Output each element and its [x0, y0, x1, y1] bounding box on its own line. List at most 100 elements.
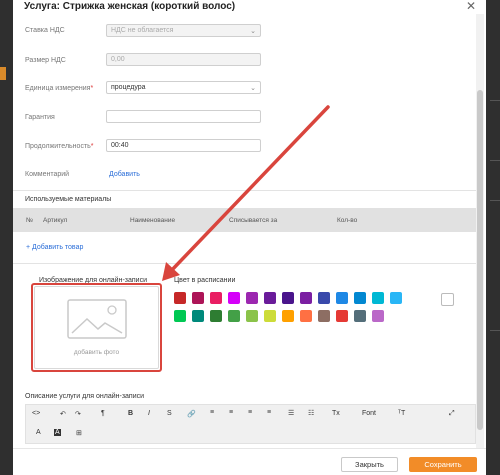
- fullscreen-icon[interactable]: ⤢: [449, 410, 455, 418]
- color-swatch[interactable]: [318, 292, 330, 304]
- duration-input[interactable]: 00:40: [106, 139, 261, 152]
- warranty-input[interactable]: [106, 110, 261, 123]
- image-placeholder-icon: [67, 299, 127, 339]
- unit-select[interactable]: процедура ⌄: [106, 81, 261, 94]
- align-left-icon[interactable]: ≡: [210, 409, 214, 416]
- color-swatch[interactable]: [246, 292, 258, 304]
- backdrop-line: [490, 330, 500, 331]
- add-product-link[interactable]: + Добавить товар: [26, 244, 83, 251]
- dialog-footer: Закрыть Сохранить: [13, 448, 486, 475]
- color-swatch[interactable]: [354, 310, 366, 322]
- add-photo-dropzone[interactable]: добавить фото: [34, 286, 159, 369]
- schedule-color-title: Цвет в расписании: [174, 277, 236, 284]
- vat-rate-select[interactable]: НДС не облагается ⌄: [106, 24, 261, 37]
- materials-table-header: № Артикул Наименование Списывается за Ко…: [13, 208, 476, 232]
- justify-icon[interactable]: ≡: [267, 409, 271, 416]
- column-header: Артикул: [43, 217, 68, 224]
- color-swatch[interactable]: [336, 310, 348, 322]
- chevron-down-icon: ⌄: [250, 28, 256, 35]
- vat-amount-field: 0,00: [106, 53, 261, 66]
- color-swatch[interactable]: [210, 292, 222, 304]
- comment-label: Комментарий: [25, 171, 70, 178]
- divider: [13, 263, 476, 264]
- image-section-title: Изображение для онлайн-записи: [39, 277, 148, 284]
- color-swatch[interactable]: [174, 292, 186, 304]
- link-icon[interactable]: 🔗: [187, 410, 196, 418]
- service-dialog: Услуга: Стрижка женская (короткий волос)…: [13, 0, 486, 475]
- close-button[interactable]: Закрыть: [341, 457, 398, 472]
- vat-amount-label: Размер НДС: [25, 57, 66, 64]
- color-swatch[interactable]: [300, 310, 312, 322]
- strikethrough-icon[interactable]: S: [167, 410, 172, 417]
- required-mark: *: [90, 143, 94, 150]
- unit-label: Единица измерения*: [25, 85, 93, 92]
- numbered-list-icon[interactable]: ☷: [308, 409, 314, 417]
- color-swatch[interactable]: [228, 292, 240, 304]
- color-swatch[interactable]: [192, 310, 204, 322]
- color-swatch[interactable]: [372, 310, 384, 322]
- scrollbar-thumb[interactable]: [477, 90, 483, 430]
- color-swatch[interactable]: [372, 292, 384, 304]
- color-swatch[interactable]: [228, 310, 240, 322]
- materials-title: Используемые материалы: [25, 196, 112, 203]
- chevron-down-icon: ⌄: [250, 85, 256, 92]
- column-header: Списывается за: [229, 217, 278, 224]
- color-swatch[interactable]: [246, 310, 258, 322]
- description-title: Описание услуги для онлайн-записи: [25, 393, 145, 400]
- dialog-titlebar: Услуга: Стрижка женская (короткий волос)…: [13, 0, 486, 14]
- backdrop-right: [486, 0, 500, 475]
- color-swatch[interactable]: [282, 310, 294, 322]
- text-color-icon[interactable]: A: [36, 429, 41, 436]
- color-swatch[interactable]: [300, 292, 312, 304]
- clear-format-icon[interactable]: Tx: [332, 410, 340, 417]
- color-swatch[interactable]: [318, 310, 330, 322]
- unit-label-text: Единица измерения: [25, 85, 91, 92]
- column-header: Кол-во: [337, 217, 358, 224]
- redo-icon[interactable]: ↷: [75, 410, 81, 418]
- color-swatch[interactable]: [354, 292, 366, 304]
- backdrop-left: [0, 0, 13, 475]
- vat-rate-value: НДС не облагается: [111, 27, 174, 34]
- color-swatch[interactable]: [264, 292, 276, 304]
- align-center-icon[interactable]: ≡: [229, 409, 233, 416]
- vat-amount-value: 0,00: [111, 56, 125, 63]
- backdrop-line: [490, 200, 500, 201]
- bold-icon[interactable]: B: [128, 410, 133, 417]
- font-family-select[interactable]: Font: [362, 410, 376, 417]
- backdrop-orange-accent: [0, 67, 6, 80]
- undo-icon[interactable]: ↶: [60, 410, 66, 418]
- color-swatch[interactable]: [192, 292, 204, 304]
- code-view-icon[interactable]: <>: [32, 410, 40, 417]
- backdrop-line: [490, 160, 500, 161]
- italic-icon[interactable]: I: [148, 410, 150, 417]
- font-size-icon[interactable]: ᵀT: [398, 410, 405, 417]
- required-mark: *: [90, 85, 94, 92]
- duration-label: Продолжительность*: [25, 143, 94, 150]
- dialog-title: Услуга: Стрижка женская (короткий волос): [24, 1, 236, 12]
- bullet-list-icon[interactable]: ☰: [288, 409, 294, 417]
- paragraph-format-icon[interactable]: ¶: [101, 410, 105, 417]
- insert-image-icon[interactable]: ⊞: [76, 429, 82, 437]
- backdrop-line: [490, 100, 500, 101]
- color-swatch[interactable]: [390, 292, 402, 304]
- background-color-icon[interactable]: A: [54, 429, 61, 436]
- color-swatch[interactable]: [174, 310, 186, 322]
- color-swatch-empty[interactable]: [441, 293, 454, 306]
- color-swatch[interactable]: [336, 292, 348, 304]
- color-swatch[interactable]: [264, 310, 276, 322]
- add-photo-label: добавить фото: [73, 349, 120, 356]
- column-header: Наименование: [130, 217, 176, 224]
- unit-value: процедура: [111, 84, 146, 91]
- vat-rate-label: Ставка НДС: [25, 27, 65, 34]
- color-swatch[interactable]: [210, 310, 222, 322]
- align-right-icon[interactable]: ≡: [248, 409, 252, 416]
- close-icon[interactable]: ✕: [466, 0, 476, 12]
- add-comment-link[interactable]: Добавить: [109, 171, 140, 178]
- duration-value: 00:40: [111, 142, 129, 149]
- duration-label-text: Продолжительность: [25, 143, 91, 150]
- warranty-label: Гарантия: [25, 114, 55, 121]
- divider: [13, 190, 476, 191]
- save-button[interactable]: Сохранить: [409, 457, 477, 472]
- color-swatch[interactable]: [282, 292, 294, 304]
- editor-toolbar: <> ↶ ↷ ¶ B I S 🔗 ≡ ≡ ≡ ≡ ☰ ☷ Tx Font ᵀT …: [25, 404, 476, 444]
